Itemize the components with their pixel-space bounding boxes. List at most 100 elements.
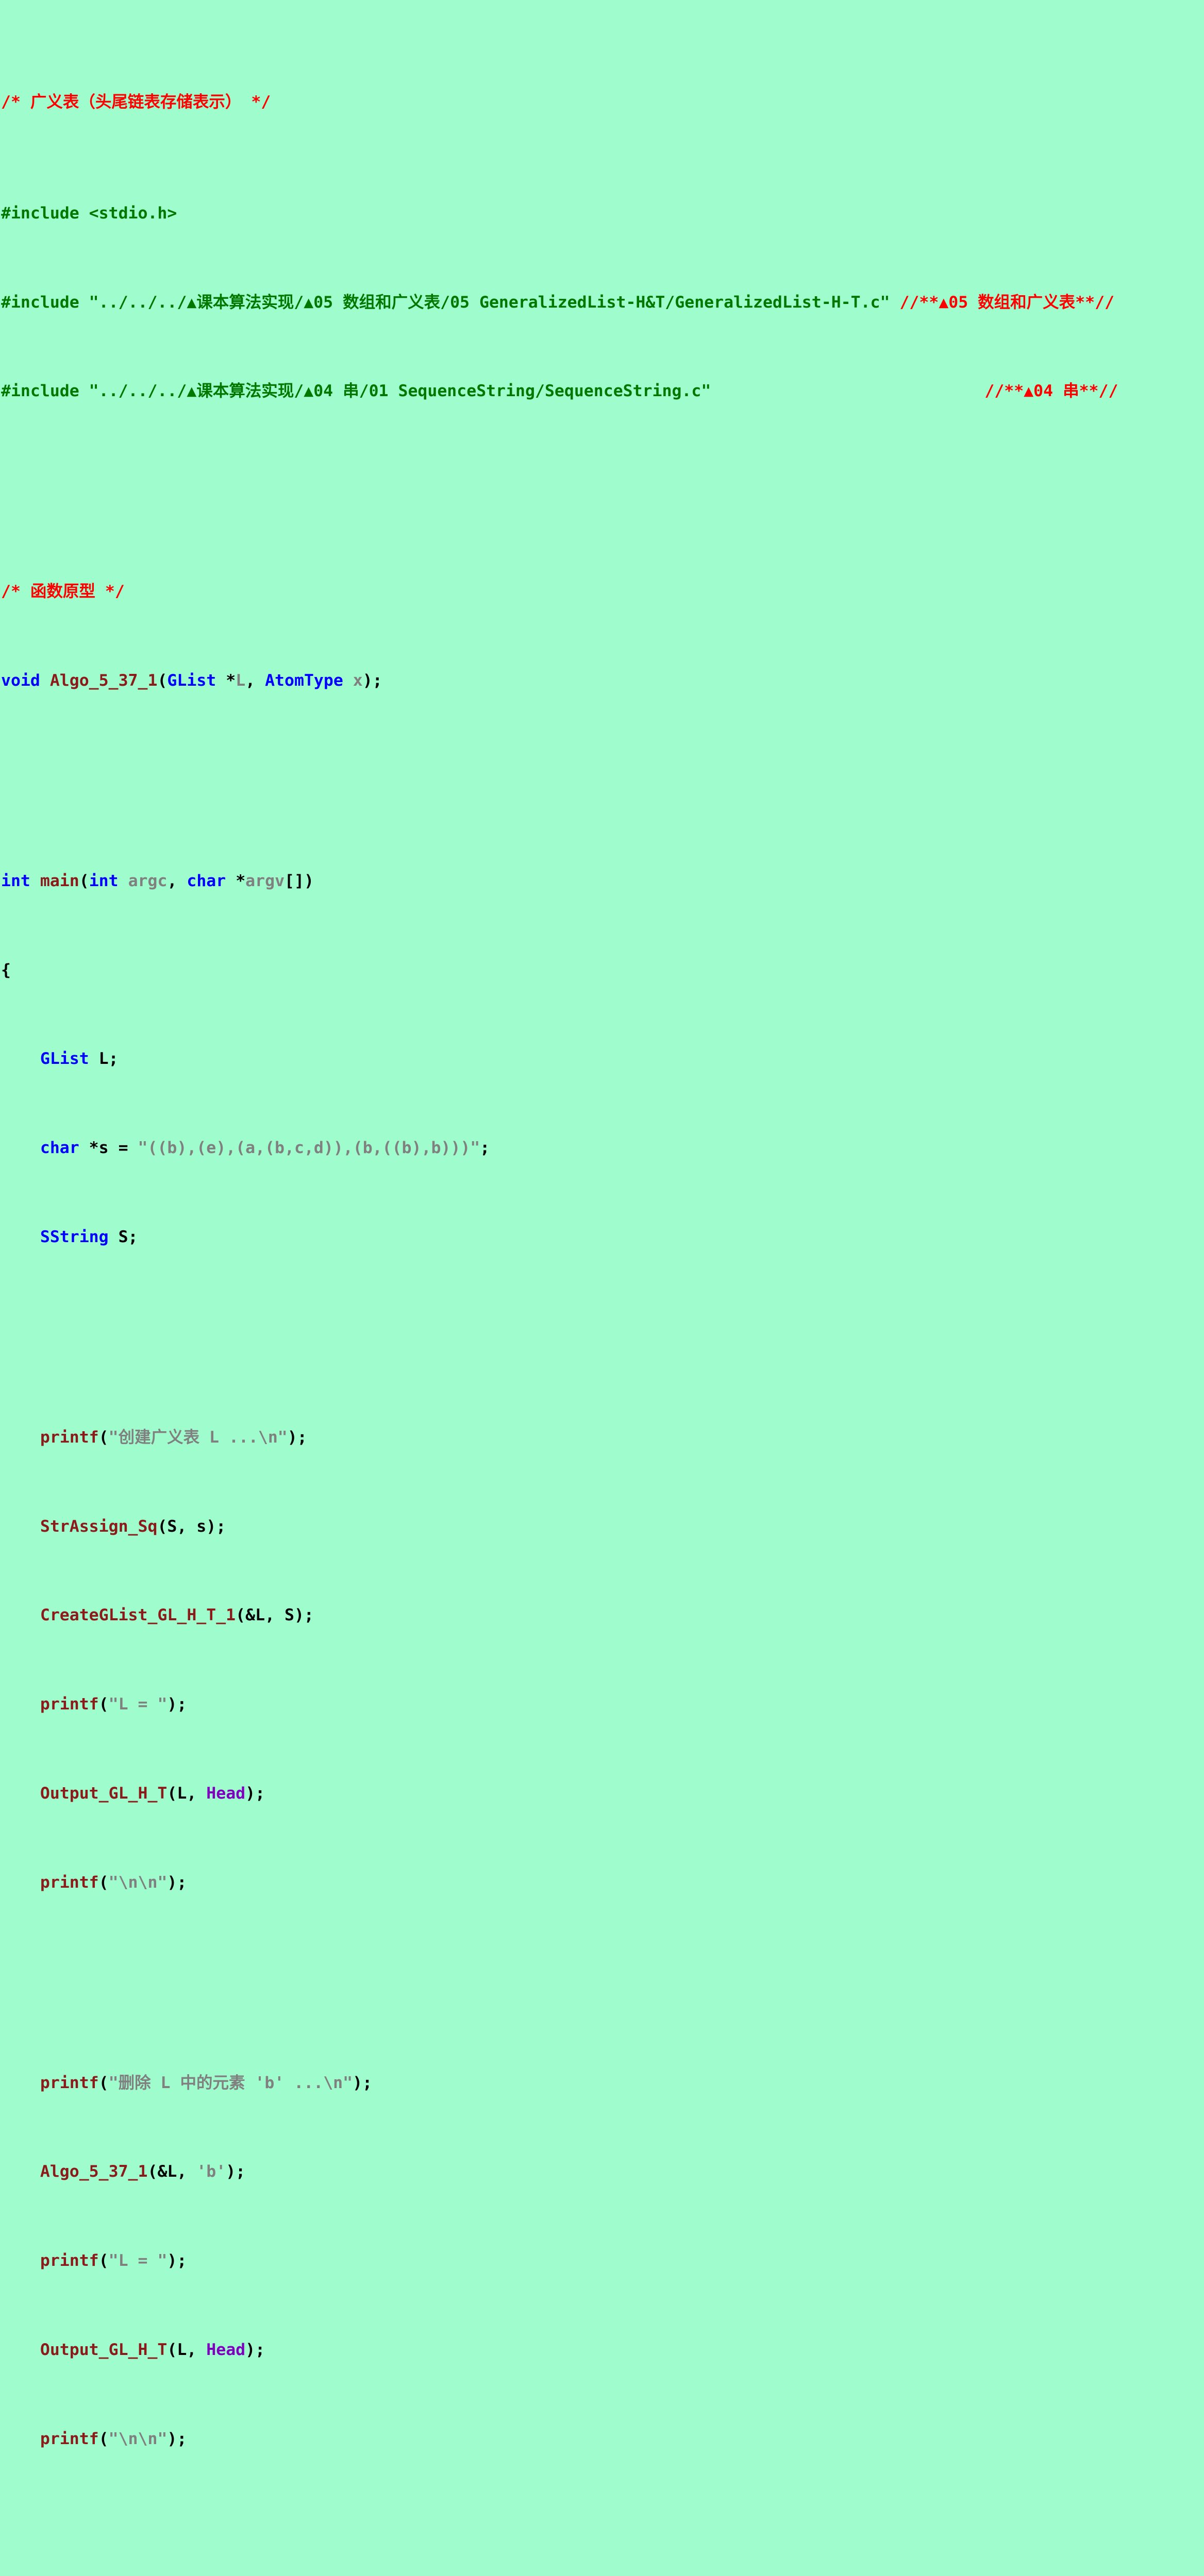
indent-3	[1, 1228, 40, 1246]
printf-l-string-2: "L = "	[108, 2251, 168, 2270]
indent-8	[1, 1784, 40, 1803]
code-editor-content: /* 广义表（头尾链表存储表示） */ #include <stdio.h> #…	[0, 0, 1204, 2576]
printf-delete-string: "删除 L 中的元素 'b' ...\n"	[108, 2073, 353, 2092]
code-line-include-stdio: #include <stdio.h>	[1, 202, 1204, 225]
code-line-printf-l-2: printf("L = ");	[1, 2250, 1204, 2272]
decl-string-literal: "((b),(e),(a,(b,c,d)),(b,((b),b)))"	[138, 1139, 480, 1158]
strassign-args: (S, s);	[157, 1517, 226, 1536]
call-printf-3: printf	[40, 1873, 99, 1892]
prototype-end: );	[362, 671, 382, 690]
code-line-output-1: Output_GL_H_T(L, Head);	[1, 1783, 1204, 1805]
output-end-2: );	[245, 2340, 265, 2359]
code-line-decl-sstring: SString S;	[1, 1226, 1204, 1248]
algo-args-open: (&L,	[147, 2162, 197, 2181]
main-return-type: int	[1, 871, 30, 890]
indent-7	[1, 1695, 40, 1714]
spacer-3	[40, 671, 50, 690]
main-comma: ,	[167, 871, 187, 890]
paren-e2: );	[167, 2251, 187, 2270]
code-line-decl-char-s: char *s = "((b),(e),(a,(b,c,d)),(b,((b),…	[1, 1137, 1204, 1159]
output-args-2: (L,	[167, 2340, 207, 2359]
indent-9	[1, 1873, 40, 1892]
output-args-1: (L,	[167, 1784, 207, 1803]
indent-14	[1, 2430, 40, 2448]
prototype-paren-open: (	[157, 671, 168, 690]
call-printf-2: printf	[40, 1695, 99, 1714]
main-function-name: main	[40, 871, 79, 890]
call-createglist: CreateGList_GL_H_T_1	[40, 1606, 236, 1625]
spacer-4	[30, 872, 40, 890]
call-algo-5-37-1-main: Algo_5_37_1	[40, 2162, 148, 2181]
prototype-type-atomtype: AtomType	[265, 671, 343, 690]
indent-2	[1, 1139, 40, 1157]
decl-type-char: char	[40, 1139, 79, 1158]
call-output-2: Output_GL_H_T	[40, 2340, 168, 2359]
prototype-comment-text: /* 函数原型 */	[1, 582, 125, 601]
code-line-decl-glist: GList L;	[1, 1048, 1204, 1070]
main-star: *	[226, 871, 246, 890]
main-type-int: int	[89, 871, 119, 890]
code-line-header-comment: /* 广义表（头尾链表存储表示） */	[1, 91, 1204, 113]
code-line-call-algo-main: Algo_5_37_1(&L, 'b');	[1, 2161, 1204, 2183]
call-printf-6: printf	[40, 2429, 99, 2448]
indent-6	[1, 1606, 40, 1624]
code-line-main-brace-open: {	[1, 959, 1204, 981]
spacer-5	[119, 872, 128, 890]
paren-f2: );	[167, 2429, 187, 2448]
code-line-printf-l-1: printf("L = ");	[1, 1693, 1204, 1716]
code-line-blank-4	[1, 1961, 1204, 1983]
code-line-blank-2	[1, 759, 1204, 781]
paren-a2: );	[287, 1428, 307, 1447]
paren-c1: (	[98, 1873, 109, 1892]
call-strassign-sq: StrAssign_Sq	[40, 1517, 158, 1536]
macro-head-2: Head	[206, 2340, 246, 2359]
decl-sstring-rest: S;	[108, 1227, 138, 1246]
algo-arg-char-b: 'b'	[196, 2162, 226, 2181]
code-line-main-signature: int main(int argc, char *argv[])	[1, 870, 1204, 892]
code-line-printf-nl-2: printf("\n\n");	[1, 2428, 1204, 2450]
call-output-1: Output_GL_H_T	[40, 1784, 168, 1803]
paren-b2: );	[167, 1695, 187, 1714]
prototype-param-l: L	[236, 671, 246, 690]
decl-char-semi: ;	[480, 1139, 490, 1158]
code-line-creategllist: CreateGList_GL_H_T_1(&L, S);	[1, 1604, 1204, 1626]
code-line-strassign: StrAssign_Sq(S, s);	[1, 1516, 1204, 1538]
include-sstring-trailing-comment: //**▲04 串**//	[984, 382, 1118, 401]
code-line-include-sstring: #include "../../../▲课本算法实现/▲04 串/01 Sequ…	[1, 380, 1204, 402]
code-line-blank-1	[1, 469, 1204, 492]
paren-b1: (	[98, 1695, 109, 1714]
code-line-output-2: Output_GL_H_T(L, Head);	[1, 2339, 1204, 2361]
include-sstring-text: #include "../../../▲课本算法实现/▲04 串/01 Sequ…	[1, 382, 711, 401]
spacer-2	[711, 382, 984, 400]
main-param-argv: argv	[245, 871, 285, 890]
prototype-return-type: void	[1, 671, 40, 690]
code-line-printf-delete: printf("删除 L 中的元素 'b' ...\n");	[1, 2072, 1204, 2094]
printf-newline-1: "\n\n"	[108, 1873, 168, 1892]
indent-4	[1, 1428, 40, 1447]
prototype-space	[343, 671, 353, 690]
macro-head-1: Head	[206, 1784, 246, 1803]
code-line-blank-5	[1, 2517, 1204, 2539]
output-end-1: );	[245, 1784, 265, 1803]
code-line-prototype-comment: /* 函数原型 */	[1, 581, 1204, 603]
prototype-type-glist: GList	[167, 671, 216, 690]
decl-type-sstring: SString	[40, 1227, 109, 1246]
spacer-1	[890, 293, 900, 312]
createglist-args: (&L, S);	[236, 1606, 314, 1625]
header-comment-text: /* 广义表（头尾链表存储表示） */	[1, 92, 271, 111]
paren-d1: (	[98, 2073, 109, 2092]
printf-newline-2: "\n\n"	[108, 2429, 168, 2448]
main-paren-open: (	[79, 871, 89, 890]
paren-e1: (	[98, 2251, 109, 2270]
paren-a1: (	[98, 1428, 109, 1447]
include-glist-text: #include "../../../▲课本算法实现/▲05 数组和广义表/05…	[1, 293, 890, 312]
paren-d2: );	[353, 2073, 373, 2092]
paren-f1: (	[98, 2429, 109, 2448]
decl-type-glist: GList	[40, 1049, 89, 1069]
code-line-printf-nl-1: printf("\n\n");	[1, 1872, 1204, 1894]
indent-5	[1, 1517, 40, 1536]
main-brace-open: {	[1, 960, 11, 979]
paren-c2: );	[167, 1873, 187, 1892]
decl-char-star: *s =	[79, 1139, 138, 1158]
indent-13	[1, 2341, 40, 2359]
